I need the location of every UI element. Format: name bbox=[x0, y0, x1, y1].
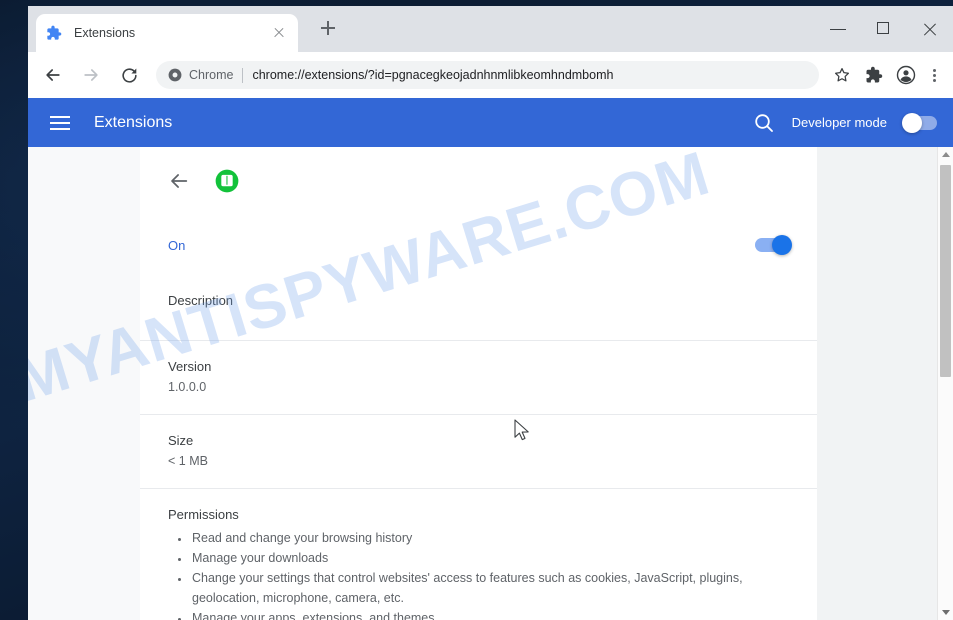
green-book-extension-icon bbox=[215, 169, 239, 193]
profile-button[interactable] bbox=[891, 60, 921, 90]
arrow-left-icon bbox=[46, 69, 60, 81]
maximize-icon[interactable] bbox=[861, 6, 907, 52]
size-section: Size < 1 MB bbox=[140, 415, 817, 488]
scrollbar-thumb[interactable] bbox=[940, 165, 951, 377]
developer-mode-toggle[interactable] bbox=[902, 112, 937, 133]
scroll-up-icon[interactable] bbox=[938, 147, 953, 163]
minimize-icon[interactable] bbox=[815, 6, 861, 52]
browser-window: Extensions Chrome chrome://extensions/?i… bbox=[28, 6, 953, 620]
window-controls bbox=[815, 6, 953, 52]
bookmark-button[interactable] bbox=[827, 60, 857, 90]
extensions-content-area: On Description Version 1.0.0.0 Size < 1 bbox=[28, 147, 953, 620]
toggle-knob bbox=[902, 112, 922, 133]
browser-toolbar: Chrome chrome://extensions/?id=pgnacegke… bbox=[28, 52, 953, 98]
developer-mode-label: Developer mode bbox=[791, 115, 887, 130]
chip-divider bbox=[242, 67, 244, 83]
url-text[interactable]: chrome://extensions/?id=pgnacegkeojadnhn… bbox=[252, 68, 813, 82]
star-icon bbox=[834, 67, 850, 82]
three-dot-menu-icon[interactable] bbox=[921, 60, 947, 90]
size-value: < 1 MB bbox=[168, 454, 208, 468]
toggle-knob bbox=[772, 235, 792, 255]
version-value: 1.0.0.0 bbox=[168, 380, 207, 394]
site-chip-label: Chrome bbox=[189, 68, 234, 82]
list-item: Manage your downloads bbox=[190, 548, 789, 568]
scroll-down-icon[interactable] bbox=[938, 604, 953, 620]
site-chip: Chrome bbox=[168, 68, 233, 82]
reload-button[interactable] bbox=[114, 60, 144, 90]
forward-button[interactable] bbox=[76, 60, 106, 90]
close-window-icon[interactable] bbox=[907, 6, 953, 52]
search-icon[interactable] bbox=[752, 111, 776, 135]
back-arrow-icon[interactable] bbox=[168, 170, 190, 192]
puzzle-piece-icon bbox=[866, 66, 883, 83]
tab-strip: Extensions bbox=[28, 6, 953, 52]
extensions-button[interactable] bbox=[859, 60, 889, 90]
address-bar[interactable]: Chrome chrome://extensions/?id=pgnacegke… bbox=[156, 61, 819, 89]
left-rail bbox=[28, 147, 140, 620]
version-title: Version bbox=[168, 359, 212, 374]
browser-tab-extensions[interactable]: Extensions bbox=[36, 14, 298, 52]
puzzle-piece-icon bbox=[47, 25, 62, 40]
close-icon[interactable] bbox=[270, 24, 288, 42]
list-item: Manage your apps, extensions, and themes bbox=[190, 608, 789, 620]
enable-extension-toggle[interactable] bbox=[755, 235, 792, 255]
reload-icon bbox=[121, 67, 137, 83]
description-title: Description bbox=[168, 293, 234, 308]
size-title: Size bbox=[168, 433, 194, 448]
hamburger-menu-icon[interactable] bbox=[50, 115, 72, 131]
description-section: Description bbox=[140, 275, 817, 340]
right-rail bbox=[817, 147, 953, 620]
permissions-title: Permissions bbox=[168, 507, 239, 522]
account-avatar-icon bbox=[896, 65, 916, 85]
list-item: Read and change your browsing history bbox=[190, 528, 789, 548]
back-button[interactable] bbox=[38, 60, 68, 90]
new-tab-button[interactable] bbox=[316, 16, 340, 40]
arrow-right-icon bbox=[84, 69, 98, 81]
permissions-section: Permissions Read and change your browsin… bbox=[140, 489, 817, 620]
extension-detail-card: On Description Version 1.0.0.0 Size < 1 bbox=[140, 147, 817, 620]
detail-header-row bbox=[140, 147, 817, 215]
chrome-logo-icon bbox=[168, 68, 182, 82]
vertical-scrollbar[interactable] bbox=[937, 147, 953, 620]
permissions-list: Read and change your browsing history Ma… bbox=[168, 528, 789, 620]
page-title: Extensions bbox=[94, 113, 173, 131]
enabled-status-label: On bbox=[168, 237, 186, 253]
tab-title: Extensions bbox=[74, 26, 136, 40]
extensions-page-header: Extensions Developer mode bbox=[28, 98, 953, 147]
version-section: Version 1.0.0.0 bbox=[140, 341, 817, 414]
list-item: Change your settings that control websit… bbox=[190, 568, 789, 608]
enable-row: On bbox=[140, 215, 817, 275]
